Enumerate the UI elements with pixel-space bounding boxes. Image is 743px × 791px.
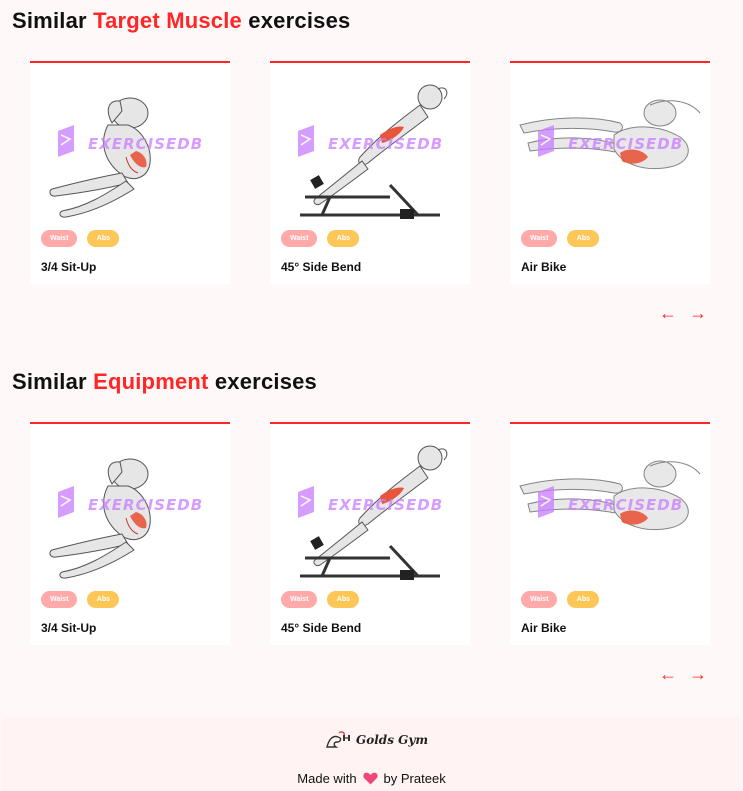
target-tag[interactable]: Abs <box>567 230 600 247</box>
exercise-image: EXERCISEDB <box>30 65 230 227</box>
body-part-tag[interactable]: Waist <box>41 591 78 608</box>
exercise-name: 45° Side Bend <box>281 621 362 635</box>
exercise-card[interactable]: EXERCISEDB Waist Abs Air Bike <box>510 61 710 284</box>
sidebend-figure: EXERCISEDB <box>298 84 448 219</box>
body-part-tag[interactable]: Waist <box>281 230 318 247</box>
target-tag[interactable]: Abs <box>327 230 360 247</box>
arrow-right-icon[interactable]: → <box>689 665 707 683</box>
section-title-accent: Equipment <box>93 369 209 394</box>
target-tag[interactable]: Abs <box>87 230 120 247</box>
body-part-tag[interactable]: Waist <box>41 230 78 247</box>
target-tag[interactable]: Abs <box>327 591 360 608</box>
arrow-right-icon[interactable]: → <box>689 304 707 322</box>
exercise-image: EXERCISEDB <box>510 426 710 588</box>
brand-name: Golds Gym <box>356 733 429 747</box>
exercise-image: EXERCISEDB <box>30 426 230 588</box>
body-part-tag[interactable]: Waist <box>281 591 318 608</box>
section-title: Similar Equipment exercises <box>12 369 317 394</box>
exercise-name: Air Bike <box>521 260 567 274</box>
exercise-image: EXERCISEDB <box>270 65 470 227</box>
airbike-figure: EXERCISEDB <box>519 99 701 170</box>
exercise-carousel: EXERCISEDB Waist Abs 3/4 Sit-Up EXERCISED… <box>0 61 743 286</box>
carousel-arrows: ← → <box>659 665 707 683</box>
exercise-card[interactable]: EXERCISEDB Waist Abs 3/4 Sit-Up <box>30 61 230 284</box>
situp-figure: EXERCISEDB <box>49 458 203 579</box>
exercise-card[interactable]: EXERCISEDB Waist Abs Air Bike <box>510 422 710 645</box>
exercise-card[interactable]: EXERCISEDB Waist Abs 45° Side Bend <box>270 61 470 284</box>
sidebend-figure: EXERCISEDB <box>298 445 448 580</box>
section-title-accent: Target Muscle <box>93 8 242 33</box>
arrow-left-icon[interactable]: ← <box>659 665 677 683</box>
target-tag[interactable]: Abs <box>567 591 600 608</box>
exercise-card[interactable]: EXERCISEDB Waist Abs 3/4 Sit-Up <box>30 422 230 645</box>
exercisedb-watermark: EXERCISEDB <box>568 496 683 514</box>
exercisedb-watermark: EXERCISEDB <box>328 496 443 514</box>
body-part-tag[interactable]: Waist <box>521 591 558 608</box>
exercise-name: 3/4 Sit-Up <box>41 621 97 635</box>
section-title: Similar Target Muscle exercises <box>12 8 351 33</box>
situp-figure: EXERCISEDB <box>49 97 203 218</box>
exercise-carousel: EXERCISEDB Waist Abs 3/4 Sit-Up EXERCISED… <box>0 422 743 647</box>
exercisedb-watermark: EXERCISEDB <box>328 135 443 153</box>
body-part-tag[interactable]: Waist <box>521 230 558 247</box>
exercise-card[interactable]: EXERCISEDB Waist Abs 45° Side Bend <box>270 422 470 645</box>
exercise-name: Air Bike <box>521 621 567 635</box>
exercisedb-watermark: EXERCISEDB <box>568 135 683 153</box>
footer-logo[interactable]: Golds Gym <box>324 729 428 751</box>
airbike-figure: EXERCISEDB <box>519 460 701 531</box>
made-with-text: Made with by Prateek <box>297 771 446 788</box>
footer: Golds Gym Made with by Prateek <box>2 717 741 791</box>
dumbbell-arm-icon <box>326 731 350 748</box>
target-tag[interactable]: Abs <box>87 591 120 608</box>
carousel-arrows: ← → <box>659 304 707 322</box>
heart-icon <box>362 772 378 788</box>
exercise-name: 45° Side Bend <box>281 260 362 274</box>
arrow-left-icon[interactable]: ← <box>659 304 677 322</box>
exercise-image: EXERCISEDB <box>270 426 470 588</box>
exercise-name: 3/4 Sit-Up <box>41 260 97 274</box>
exercisedb-watermark: EXERCISEDB <box>88 496 203 514</box>
exercise-image: EXERCISEDB <box>510 65 710 227</box>
exercisedb-watermark: EXERCISEDB <box>88 135 203 153</box>
